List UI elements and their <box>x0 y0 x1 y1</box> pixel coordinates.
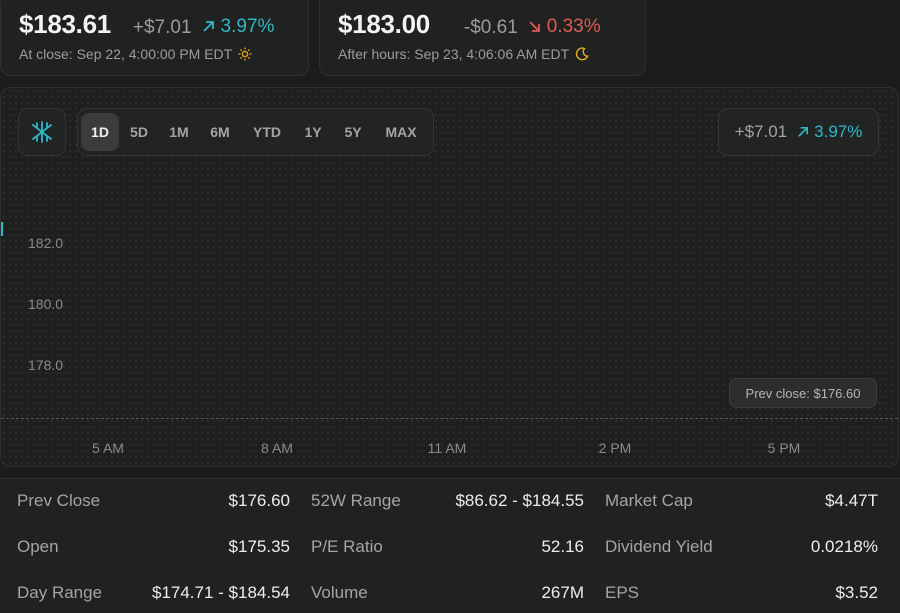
stat-value: $175.35 <box>228 537 290 556</box>
stat-value: 52.16 <box>541 537 584 556</box>
range-5y-button[interactable]: 5Y <box>333 113 373 151</box>
stat-value: $86.62 - $184.55 <box>455 491 584 510</box>
close-quote-info: At close: Sep 22, 4:00:00 PM EDT <box>19 46 252 62</box>
company-logo-icon <box>32 121 52 143</box>
close-percent-value: 3.97% <box>220 15 275 37</box>
close-quote-card: $183.61 +$7.01 3.97% At close: Sep 22, 4… <box>0 0 309 76</box>
time-range-selector: 1D 5D 1M 6M YTD 1Y 5Y MAX <box>77 108 434 156</box>
range-6m-button[interactable]: 6M <box>199 113 241 151</box>
stat-market-cap: Market Cap $4.47T <box>605 491 878 511</box>
stat-value: 267M <box>541 583 584 602</box>
x-axis-label: 5 AM <box>92 440 124 456</box>
stat-label: P/E Ratio <box>311 537 383 556</box>
stat-label: Open <box>17 537 59 556</box>
range-1m-button[interactable]: 1M <box>159 113 199 151</box>
stat-label: Volume <box>311 583 368 602</box>
y-axis-label: 182.0 <box>28 235 64 251</box>
x-axis-label: 2 PM <box>598 440 632 456</box>
close-price: $183.61 <box>19 9 111 39</box>
arrow-up-right-icon <box>202 21 214 32</box>
after-hours-time-label: After hours: Sep 23, 4:06:06 AM EDT <box>338 46 570 62</box>
arrow-down-right-icon <box>529 21 540 32</box>
after-hours-quote-card: $183.00 -$0.61 0.33% After hours: Sep 23… <box>319 0 646 76</box>
stat-label: 52W Range <box>311 491 401 510</box>
stat-label: Market Cap <box>605 491 693 510</box>
x-axis-label: 5 PM <box>767 440 801 456</box>
range-ytd-button[interactable]: YTD <box>241 113 293 151</box>
stat-day-range: Day Range $174.71 - $184.54 <box>17 583 290 603</box>
stats-row: Day Range $174.71 - $184.54 Volume 267M EP… <box>0 583 900 613</box>
stat-volume: Volume 267M <box>311 583 584 603</box>
after-hours-change: -$0.61 <box>463 17 518 38</box>
period-change-percent: 3.97% <box>797 122 862 142</box>
period-change-pill: +$7.01 3.97% <box>718 108 879 156</box>
range-1d-button[interactable]: 1D <box>81 113 119 151</box>
stat-value: 0.0218% <box>810 537 878 556</box>
y-axis-label: 178.0 <box>28 357 64 373</box>
close-quote-prices: $183.61 +$7.01 3.97% <box>19 9 274 40</box>
y-axis-label: 180.0 <box>28 296 64 312</box>
stat-eps: EPS $3.52 <box>605 583 878 603</box>
price-chart[interactable]: 1D 5D 1M 6M YTD 1Y 5Y MAX +$7.01 3.97% 1… <box>0 87 899 467</box>
sun-icon <box>238 47 252 61</box>
price-line-marker <box>1 222 3 236</box>
stat-prev-close: Prev Close $176.60 <box>17 491 290 511</box>
close-time-label: At close: Sep 22, 4:00:00 PM EDT <box>19 46 233 62</box>
range-max-button[interactable]: MAX <box>373 113 429 151</box>
after-hours-percent-value: 0.33% <box>546 15 601 37</box>
moon-icon <box>575 47 589 61</box>
range-5d-button[interactable]: 5D <box>119 113 159 151</box>
stat-label: EPS <box>605 583 640 602</box>
stat-value: $174.71 - $184.54 <box>151 583 290 602</box>
x-axis-label: 11 AM <box>427 440 467 456</box>
key-stats-table: Prev Close $176.60 52W Range $86.62 - $184… <box>0 478 900 613</box>
close-percent: 3.97% <box>202 15 275 38</box>
stat-label: Prev Close <box>17 491 101 510</box>
period-change-amount: +$7.01 <box>734 122 788 141</box>
ticker-logo-button[interactable] <box>18 108 66 156</box>
stats-row: Open $175.35 P/E Ratio 52.16 Dividend Yiel… <box>0 537 900 583</box>
stat-value: $3.52 <box>835 583 878 602</box>
stat-value: $4.47T <box>825 491 878 510</box>
after-quote-info: After hours: Sep 23, 4:06:06 AM EDT <box>338 46 589 62</box>
range-1y-button[interactable]: 1Y <box>293 113 333 151</box>
after-hours-percent: 0.33% <box>528 16 601 38</box>
after-quote-prices: $183.00 -$0.61 0.33% <box>338 9 601 40</box>
close-change: +$7.01 <box>132 17 192 38</box>
stat-pe-ratio: P/E Ratio 52.16 <box>311 537 584 557</box>
prev-close-line <box>1 418 898 419</box>
prev-close-tag: Prev close: $176.60 <box>729 378 877 408</box>
x-axis-label: 8 AM <box>261 440 293 456</box>
stat-value: $176.60 <box>228 491 290 510</box>
period-change-percent-value: 3.97% <box>814 122 863 141</box>
stats-row: Prev Close $176.60 52W Range $86.62 - $184… <box>0 491 900 537</box>
after-hours-price: $183.00 <box>338 9 430 39</box>
stat-dividend-yield: Dividend Yield 0.0218% <box>605 537 878 557</box>
stat-label: Day Range <box>17 583 103 602</box>
stat-52w-range: 52W Range $86.62 - $184.55 <box>311 491 584 511</box>
arrow-up-right-icon <box>798 127 809 137</box>
stat-open: Open $175.35 <box>17 537 290 557</box>
stat-label: Dividend Yield <box>605 537 713 556</box>
